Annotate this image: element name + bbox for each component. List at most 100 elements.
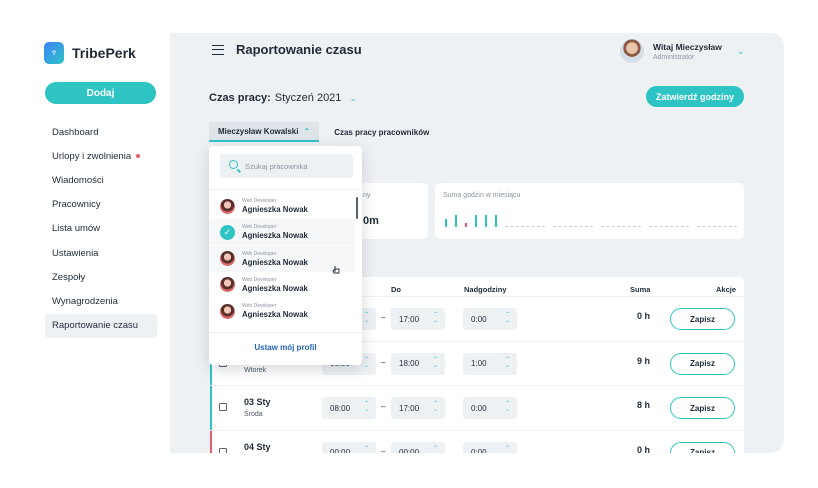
user-name: Witaj Mieczysław: [653, 41, 722, 52]
stepper-arrows-icon[interactable]: ⌃⌄: [433, 357, 438, 369]
divider: [209, 332, 362, 333]
notification-dot: [136, 154, 141, 159]
sparkline-empty-week: [505, 226, 545, 227]
time-from-stepper[interactable]: 00:00 ⌃⌄: [322, 441, 376, 454]
stepper-arrows-icon[interactable]: ⌃⌄: [364, 312, 369, 324]
sidebar-item-label: Wiadomości: [52, 174, 104, 186]
header: Raportowanie czasu Witaj Mieczysław Admi…: [170, 33, 784, 71]
employee-role: Web Developer: [242, 198, 277, 204]
row-weekday: Wtorek: [244, 366, 267, 374]
table-row: 04 Sty 00:00 ⌃⌄ – 00:00 ⌃⌄ 0:00 ⌃⌄ 0 h Zapisz: [210, 429, 744, 454]
overtime-stepper[interactable]: 0:00 ⌃⌄: [463, 308, 517, 330]
logo[interactable]: ♆ TribePerk: [44, 42, 136, 64]
overtime-stepper[interactable]: 1:00 ⌃ ⌄: [463, 352, 517, 375]
period-value: Styczeń 2021: [274, 92, 342, 104]
add-button[interactable]: Dodaj: [45, 82, 156, 104]
sparkline-bar: [465, 222, 467, 227]
time-from-stepper[interactable]: 08:00 ⌃⌄: [322, 397, 376, 419]
sidebar-item-contracts[interactable]: Lista umów: [45, 217, 157, 241]
check-icon: ✓: [220, 224, 235, 240]
row-sum: 0 h: [636, 311, 650, 321]
stepper-arrows-icon[interactable]: ⌃⌄: [505, 401, 510, 413]
employee-role: Web Developer: [242, 224, 277, 231]
avatar: [220, 198, 235, 214]
time-to-value: 17:00: [399, 314, 420, 324]
sidebar-item-salaries[interactable]: Wynagrodzenia: [45, 289, 157, 313]
save-button[interactable]: Zapisz: [670, 397, 735, 419]
scrollbar[interactable]: [356, 197, 358, 219]
stepper-arrows-icon[interactable]: ⌃⌄: [364, 446, 369, 454]
row-checkbox[interactable]: [219, 447, 227, 453]
employee-dropdown: Web DeveloperAgnieszka Nowak✓Web Develop…: [209, 146, 362, 365]
stepper-arrows-icon[interactable]: ⌃⌄: [433, 446, 438, 454]
column-header-actions: Akcje: [716, 285, 737, 294]
sidebar-item-label: Dashboard: [52, 126, 99, 138]
time-to-stepper[interactable]: 18:00 ⌃ ⌄: [391, 352, 445, 375]
time-to-stepper[interactable]: 17:00 ⌃ ⌄: [391, 397, 445, 419]
tab-employees-worktime[interactable]: Czas pracy pracowników: [325, 122, 438, 142]
employee-text: Web Developer Agnieszka Nowak: [242, 303, 308, 319]
avatar: [220, 303, 235, 319]
sidebar-item-label: Urlopy i zwolnienia: [52, 150, 132, 162]
sparkline-empty-week: [601, 226, 641, 227]
employee-text: Web Developer Agnieszka Nowak: [242, 198, 308, 214]
sparkline-empty-week: [697, 226, 737, 227]
overtime-value: 0:00: [471, 314, 487, 324]
period-selector[interactable]: Czas pracy: Styczeń 2021 ⌄: [209, 92, 357, 104]
stepper-arrows-icon[interactable]: ⌃⌄: [364, 401, 369, 413]
time-to-value: 00:00: [399, 448, 420, 453]
stepper-arrows-icon[interactable]: ⌃⌄: [433, 312, 438, 324]
sparkline-empty-week: [649, 226, 689, 227]
employee-option[interactable]: Web Developer Agnieszka Nowak: [209, 298, 355, 324]
sidebar-item-label: Ustawienia: [52, 247, 99, 259]
sidebar-item-label: Raportowanie czasu: [52, 320, 139, 332]
avatar: [220, 251, 235, 267]
row-sum: 8 h: [636, 400, 650, 410]
row-checkbox[interactable]: [219, 403, 227, 411]
stepper-arrows-icon[interactable]: ⌃⌄: [505, 312, 510, 324]
sidebar-item-dashboard[interactable]: Dashboard: [45, 120, 157, 144]
sidebar-item-label: Wynagrodzenia: [52, 295, 118, 307]
sidebar-item-teams[interactable]: Zespoły: [45, 265, 157, 289]
row-sum: 9 h: [636, 355, 650, 366]
employee-role: Web Developer: [242, 276, 277, 283]
stepper-arrows-icon[interactable]: ⌃⌄: [505, 357, 510, 369]
stepper-arrows-icon[interactable]: ⌃⌄: [364, 357, 369, 369]
save-button[interactable]: Zapisz: [670, 352, 735, 375]
sidebar-item-time-reporting[interactable]: Raportowanie czasu: [45, 313, 157, 338]
sidebar-item-settings[interactable]: Ustawienia: [45, 241, 157, 265]
approve-hours-button[interactable]: Zatwierdź godziny: [646, 86, 744, 107]
menu-icon[interactable]: [212, 45, 224, 55]
employee-search[interactable]: [220, 154, 353, 178]
sidebar-item-leaves[interactable]: Urlopy i zwolnienia: [45, 144, 157, 168]
time-to-stepper[interactable]: 00:00 ⌃⌄: [391, 441, 445, 454]
stepper-arrows-icon[interactable]: ⌃⌄: [505, 446, 510, 454]
card-label: ny: [363, 192, 371, 199]
time-separator: –: [381, 402, 386, 411]
save-button[interactable]: Zapisz: [670, 308, 735, 330]
stepper-arrows-icon[interactable]: ⌃⌄: [433, 401, 438, 413]
monthly-hours-sparkline: [445, 211, 741, 227]
time-from-value: 08:00: [330, 403, 351, 413]
employee-option[interactable]: ✓ Web Developer Agnieszka Nowak: [209, 219, 355, 246]
save-button[interactable]: Zapisz: [670, 441, 735, 453]
sidebar-item-employees[interactable]: Pracownicy: [45, 193, 157, 217]
user-menu[interactable]: Witaj Mieczysław Administrator ⌄: [620, 39, 744, 63]
period-label: Czas pracy:: [209, 92, 271, 104]
time-separator: –: [381, 357, 386, 367]
employee-option[interactable]: Web Developer Agnieszka Nowak: [209, 193, 355, 219]
overtime-stepper[interactable]: 0:00 ⌃⌄: [463, 397, 517, 419]
divider: [209, 189, 362, 190]
set-my-profile-link[interactable]: Ustaw mój profil: [209, 343, 362, 352]
chevron-down-icon: ⌄: [349, 92, 357, 103]
sidebar-item-messages[interactable]: Wiadomości: [45, 168, 157, 192]
overtime-value: 1:00: [471, 359, 487, 368]
search-input[interactable]: [245, 161, 345, 171]
tabs: Mieczysław Kowalski ⌃ Czas pracy pracown…: [209, 122, 438, 142]
time-to-stepper[interactable]: 17:00 ⌃ ⌄: [391, 308, 445, 330]
chevron-down-icon: ⌄: [736, 45, 745, 56]
employee-name: Agnieszka Nowak: [242, 205, 308, 214]
tab-employee-select[interactable]: Mieczysław Kowalski ⌃: [209, 122, 320, 142]
overtime-stepper[interactable]: 0:00 ⌃⌄: [463, 441, 517, 454]
card-label: Suma godzin w miesiącu: [443, 192, 521, 199]
